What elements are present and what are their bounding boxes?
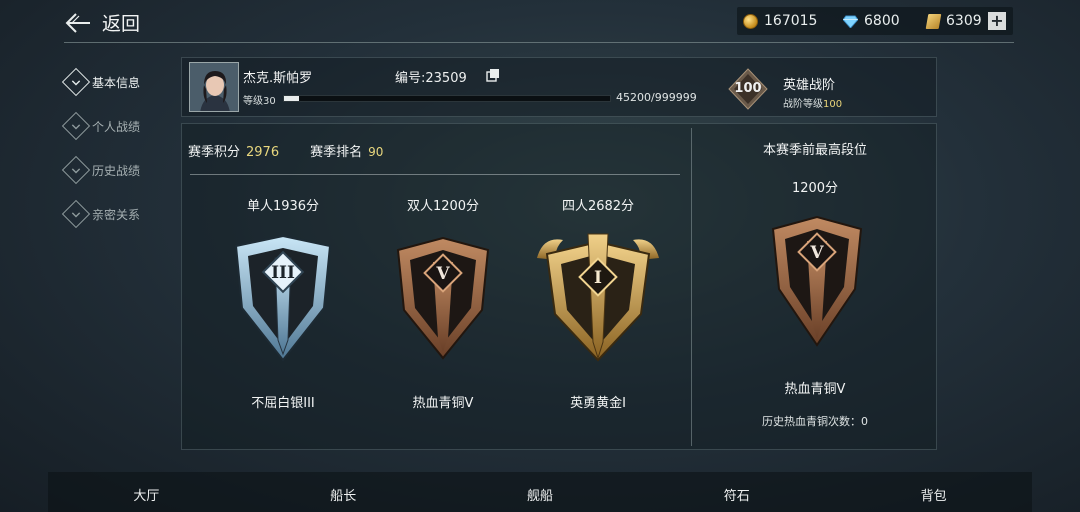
ticket-currency: 6309: [925, 13, 982, 29]
rank-badge-value: 100: [734, 81, 762, 96]
mode-tier: 热血青铜V: [412, 396, 474, 411]
tab-bag[interactable]: 背包: [835, 472, 1032, 512]
panel-divider: [691, 128, 692, 446]
back-label: 返回: [102, 13, 141, 35]
season-score-label: 赛季积分: [188, 145, 241, 160]
gold-rank-emblem-icon: I: [537, 233, 659, 362]
season-score-row: 赛季积分 2976 赛季排名 90: [188, 141, 383, 160]
season-rank-value: 90: [368, 145, 384, 159]
portrait-image: [190, 63, 238, 111]
xp-progress-bar: [283, 95, 611, 102]
duo-mode-card[interactable]: 双人1200分 V 热血青铜V: [378, 195, 508, 411]
top-bar: 返回 167015 6800 6309 +: [0, 0, 1080, 44]
mode-tier: 不屈白银III: [251, 396, 315, 411]
season-score-value: 2976: [246, 145, 280, 160]
tab-runes[interactable]: 符石: [638, 472, 835, 512]
mode-title: 四人2682分: [561, 199, 635, 214]
tab-captain[interactable]: 船长: [245, 472, 442, 512]
chevron-down-icon: [61, 67, 91, 97]
player-name: 杰克.斯帕罗: [243, 71, 313, 86]
ticket-icon: [925, 13, 942, 29]
best-rank-tier: 热血青铜V: [784, 382, 846, 397]
bronze-rank-emblem-icon: V: [396, 236, 490, 360]
sidebar-item-label: 个人战绩: [92, 119, 141, 134]
sidebar-item-personal-record[interactable]: 个人战绩: [61, 104, 166, 148]
sidebar-item-label: 亲密关系: [92, 207, 141, 222]
currency-bar: 167015 6800 6309 +: [737, 7, 1013, 35]
sidebar-item-history[interactable]: 历史战绩: [61, 148, 166, 192]
back-arrow-icon: [65, 12, 90, 33]
gold-currency: 167015: [743, 13, 817, 29]
diamond-icon: [843, 14, 858, 28]
back-button[interactable]: 返回: [64, 9, 140, 36]
diamond-value: 6800: [864, 13, 900, 29]
mode-tier: 英勇黄金I: [570, 396, 626, 411]
emblem-numeral: I: [594, 268, 602, 288]
mode-title: 单人1936分: [246, 199, 320, 214]
avatar[interactable]: [189, 62, 239, 112]
score-divider: [190, 174, 680, 175]
player-level: 等级30: [243, 96, 276, 107]
squad-mode-card[interactable]: 四人2682分 I 英勇黄金I: [533, 195, 663, 411]
season-rank-label: 赛季排名: [310, 145, 363, 160]
season-panel: 赛季积分 2976 赛季排名 90 单人1936分 III 不屈白银III 双人120…: [181, 123, 937, 450]
chevron-down-icon: [61, 199, 91, 229]
diamond-currency: 6800: [843, 13, 900, 29]
solo-mode-card[interactable]: 单人1936分 III 不屈白银III: [218, 195, 348, 411]
silver-rank-emblem-icon: III: [234, 234, 332, 362]
best-rank-history: 历史热血青铜次数：0: [762, 415, 868, 428]
tab-lobby[interactable]: 大厅: [48, 472, 245, 512]
copy-icon[interactable]: [486, 68, 500, 82]
profile-card: 杰克.斯帕罗 编号:23509 等级30 45200/999999 100 英雄…: [181, 57, 937, 117]
add-currency-button[interactable]: +: [988, 12, 1006, 30]
sidebar-item-label: 基本信息: [92, 75, 141, 90]
chevron-down-icon: [61, 155, 91, 185]
xp-progress-fill: [284, 96, 299, 101]
hero-rank-level: 战阶等级100: [783, 95, 842, 110]
emblem-numeral: V: [435, 264, 450, 284]
bronze-rank-emblem-icon: V: [771, 215, 863, 347]
header-divider: [64, 42, 1014, 43]
mode-title: 双人1200分: [406, 199, 480, 214]
sidebar: 基本信息 个人战绩 历史战绩 亲密关系: [61, 60, 166, 236]
sidebar-item-relations[interactable]: 亲密关系: [61, 192, 166, 236]
rank-level-value: 100: [823, 99, 843, 110]
bottom-nav: 大厅 船长 舰船 符石 背包: [48, 472, 1032, 512]
xp-text: 45200/999999: [616, 91, 697, 104]
player-id: 编号:23509: [395, 71, 467, 86]
emblem-numeral: III: [271, 263, 295, 283]
hero-rank-badge: 100: [728, 68, 768, 110]
best-rank-title: 本赛季前最高段位: [762, 143, 867, 158]
gold-value: 167015: [764, 13, 818, 29]
best-rank-score: 1200分: [791, 181, 839, 196]
hero-rank-title: 英雄战阶: [783, 78, 836, 93]
sidebar-item-basic-info[interactable]: 基本信息: [61, 60, 166, 104]
tab-ships[interactable]: 舰船: [442, 472, 639, 512]
coin-icon: [743, 13, 758, 29]
ticket-value: 6309: [946, 13, 982, 29]
chevron-down-icon: [61, 111, 91, 141]
emblem-numeral: V: [809, 243, 824, 263]
rank-level-label: 战阶等级: [783, 99, 823, 110]
sidebar-item-label: 历史战绩: [92, 163, 141, 178]
